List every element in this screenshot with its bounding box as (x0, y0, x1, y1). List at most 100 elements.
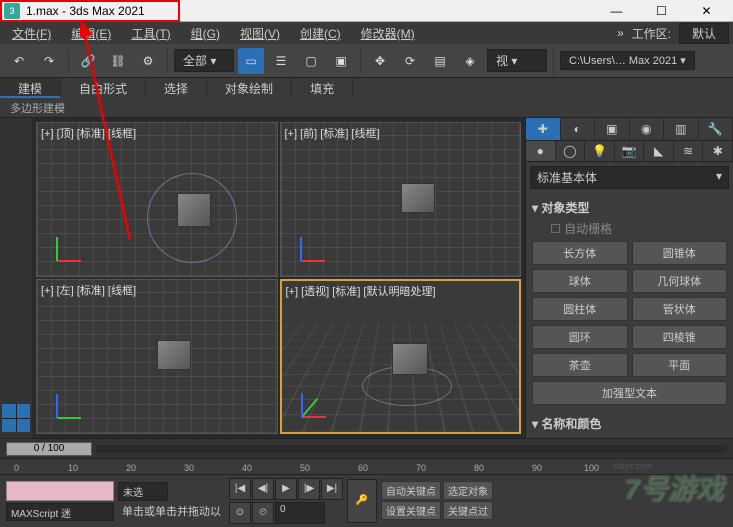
goto-end-button[interactable]: ▶| (321, 478, 343, 500)
viewport-top[interactable]: [+] [顶] [标准] [线框] (36, 122, 278, 277)
minimize-button[interactable]: — (594, 0, 639, 22)
ribbon-tab-modeling[interactable]: 建模 (0, 78, 61, 98)
selkey-button[interactable]: 选定对象 (443, 481, 493, 500)
menu-more[interactable]: » (617, 26, 624, 40)
window-title: 1.max - 3ds Max 2021 (26, 4, 594, 18)
viewport-top-label[interactable]: [+] [顶] [标准] [线框] (41, 125, 136, 141)
goto-start-button[interactable]: |◀ (229, 478, 251, 500)
unlink-button[interactable]: ⛓ (105, 48, 131, 74)
time-slider-bar: 0 / 100 (0, 438, 733, 458)
shapes-tab[interactable]: ◯ (556, 141, 586, 161)
time-config-button[interactable]: ⏲ (252, 502, 274, 524)
refcoord-dropdown[interactable]: 视 ▾ (487, 49, 547, 72)
main-toolbar: ↶ ↷ 🔗 ⛓ ⚙ 全部 ▾ ▭ ☰ ▢ ▣ ✥ ⟳ ▤ ◈ 视 ▾ C:\Us… (0, 44, 733, 78)
select-name-button[interactable]: ☰ (268, 48, 294, 74)
autogrid-checkbox[interactable]: ☐ 自动栅格 (532, 218, 727, 241)
menu-modifiers[interactable]: 修改器(M) (353, 23, 423, 44)
bind-button[interactable]: ⚙ (135, 48, 161, 74)
close-button[interactable]: ✕ (684, 0, 729, 22)
modify-tab[interactable]: ◐ (561, 118, 596, 140)
objtype-rollout[interactable]: ▾ 对象类型 (532, 197, 727, 218)
geosphere-button[interactable]: 几何球体 (632, 269, 728, 293)
ribbon-tab-objectpaint[interactable]: 对象绘制 (207, 78, 292, 98)
project-path[interactable]: C:\Users\… Max 2021 ▾ (560, 51, 695, 70)
viewport-perspective[interactable]: [+] [透视] [标准] [默认明暗处理] (280, 279, 522, 434)
ribbon-sublabel: 多边形建模 (0, 98, 353, 118)
utilities-tab[interactable]: 🔧 (699, 118, 733, 140)
teapot-button[interactable]: 茶壶 (532, 353, 628, 377)
redo-button[interactable]: ↷ (36, 48, 62, 74)
current-frame-input[interactable]: 0 (275, 502, 325, 524)
namecolor-rollout[interactable]: ▾ 名称和颜色 (532, 413, 727, 434)
ribbon-tab-populate[interactable]: 填充 (292, 78, 353, 98)
sphere-button[interactable]: 球体 (532, 269, 628, 293)
cameras-tab[interactable]: 📷 (615, 141, 645, 161)
scale-button[interactable]: ▤ (427, 48, 453, 74)
select-button[interactable]: ▭ (238, 48, 264, 74)
hierarchy-tab[interactable]: ▣ (595, 118, 630, 140)
track-bar[interactable] (6, 481, 114, 501)
rotate-button[interactable]: ⟳ (397, 48, 423, 74)
status-bar: MAXScript 迷 未选 单击或单击并拖动以 |◀ ◀| ▶ |▶ ▶| ⊙… (0, 474, 733, 526)
helpers-tab[interactable]: ◣ (644, 141, 674, 161)
menu-create[interactable]: 创建(C) (292, 23, 349, 44)
autokey-button[interactable]: 自动关键点 (381, 481, 441, 500)
ribbon: 建模 自由形式 选择 对象绘制 填充 多边形建模 (0, 78, 733, 118)
next-frame-button[interactable]: |▶ (298, 478, 320, 500)
menu-edit[interactable]: 编辑(E) (63, 23, 119, 44)
move-button[interactable]: ✥ (367, 48, 393, 74)
cylinder-button[interactable]: 圆柱体 (532, 297, 628, 321)
key-mode-button[interactable]: ⊙ (229, 502, 251, 524)
link-button[interactable]: 🔗 (75, 48, 101, 74)
ribbon-tab-freeform[interactable]: 自由形式 (61, 78, 146, 98)
lights-tab[interactable]: 💡 (585, 141, 615, 161)
menu-view[interactable]: 视图(V) (232, 23, 288, 44)
tube-button[interactable]: 管状体 (632, 297, 728, 321)
workspace-label: 工作区: (628, 25, 675, 42)
set-key-button[interactable]: 🔑 (347, 479, 377, 523)
maxscript-listener[interactable]: MAXScript 迷 (6, 503, 114, 521)
undo-button[interactable]: ↶ (6, 48, 32, 74)
viewport-perspective-label[interactable]: [+] [透视] [标准] [默认明暗处理] (286, 283, 436, 299)
menu-group[interactable]: 组(G) (183, 23, 228, 44)
app-icon: 3 (4, 3, 20, 19)
ribbon-tab-selection[interactable]: 选择 (146, 78, 207, 98)
play-button[interactable]: ▶ (275, 478, 297, 500)
placement-button[interactable]: ◈ (457, 48, 483, 74)
menu-tools[interactable]: 工具(T) (123, 23, 178, 44)
cone-button[interactable]: 圆锥体 (632, 241, 728, 265)
time-slider[interactable]: 0 / 100 (6, 442, 92, 456)
selection-status: 未选 (118, 482, 168, 501)
geometry-tab[interactable]: ● (526, 141, 556, 161)
viewport-nav (0, 118, 32, 438)
viewport-left[interactable]: [+] [左] [标准] [线框] (36, 279, 278, 434)
viewport-front[interactable]: [+] [前] [标准] [线框] (280, 122, 522, 277)
systems-tab[interactable]: ✱ (703, 141, 733, 161)
time-track[interactable] (96, 445, 727, 453)
maximize-button[interactable]: ☐ (639, 0, 684, 22)
torus-button[interactable]: 圆环 (532, 325, 628, 349)
pyramid-button[interactable]: 四棱锥 (632, 325, 728, 349)
motion-tab[interactable]: ◉ (630, 118, 665, 140)
prev-frame-button[interactable]: ◀| (252, 478, 274, 500)
menu-file[interactable]: 文件(F) (4, 23, 59, 44)
viewport-left-label[interactable]: [+] [左] [标准] [线框] (41, 282, 136, 298)
box-button[interactable]: 长方体 (532, 241, 628, 265)
create-tab[interactable]: ✚ (526, 118, 561, 140)
setkey-button[interactable]: 设置关键点 (381, 501, 441, 520)
plane-button[interactable]: 平面 (632, 353, 728, 377)
window-crossing-button[interactable]: ▣ (328, 48, 354, 74)
prompt-text: 单击或单击并拖动以 (118, 503, 225, 519)
display-tab[interactable]: ▥ (664, 118, 699, 140)
main-area: [+] [顶] [标准] [线框] [+] [前] [标准] [线框] [+] … (0, 118, 733, 438)
viewport-layout-button[interactable] (2, 404, 30, 432)
workspace-dropdown[interactable]: 默认 (679, 23, 729, 44)
selection-filter[interactable]: 全部 ▾ (174, 49, 234, 72)
keyfilter-button[interactable]: 关键点过 (443, 501, 493, 520)
timeline-ruler[interactable]: 0 10 20 30 40 50 60 70 80 90 100 (0, 458, 733, 474)
rect-region-button[interactable]: ▢ (298, 48, 324, 74)
viewport-front-label[interactable]: [+] [前] [标准] [线框] (285, 125, 380, 141)
textplus-button[interactable]: 加强型文本 (532, 381, 727, 405)
category-dropdown[interactable]: 标准基本体▾ (530, 166, 729, 189)
spacewarps-tab[interactable]: ≋ (674, 141, 704, 161)
